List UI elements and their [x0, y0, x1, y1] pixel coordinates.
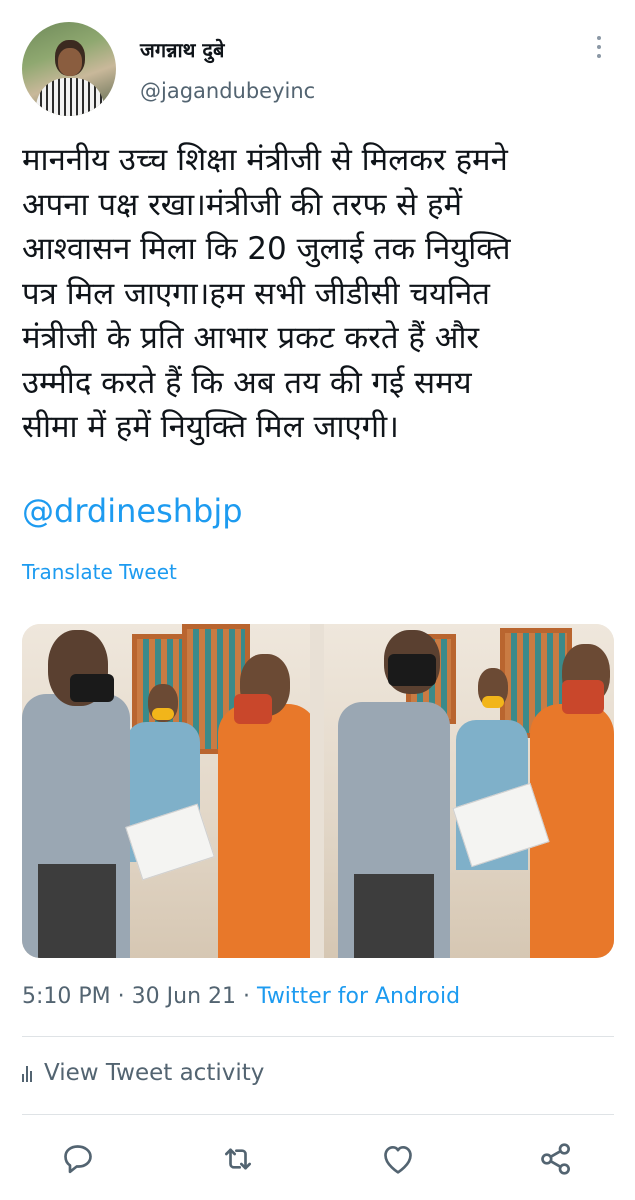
avatar-shirt: [36, 78, 104, 116]
author-handle[interactable]: @jagandubeyinc: [140, 79, 315, 103]
media-grid: [22, 624, 614, 958]
meta-separator: ·: [117, 984, 125, 1009]
photo-2[interactable]: [324, 624, 614, 958]
tweet-text: माननीय उच्च शिक्षा मंत्रीजी से मिलकर हमन…: [22, 142, 511, 445]
activity-label: View Tweet activity: [44, 1060, 265, 1086]
share-icon[interactable]: [536, 1139, 576, 1179]
reply-icon[interactable]: [58, 1139, 98, 1179]
avatar[interactable]: [22, 22, 116, 116]
retweet-icon[interactable]: [218, 1139, 258, 1179]
tweet-source-link[interactable]: Twitter for Android: [257, 984, 460, 1009]
heart-icon[interactable]: [378, 1139, 418, 1179]
bar-chart-icon: [22, 1064, 32, 1082]
tweet-meta: 5:10 PM · 30 Jun 21 · Twitter for Androi…: [22, 984, 460, 1009]
view-tweet-activity[interactable]: View Tweet activity: [22, 1060, 264, 1086]
meta-separator: ·: [243, 984, 251, 1009]
translate-tweet-link[interactable]: Translate Tweet: [22, 560, 177, 584]
photo-1[interactable]: [22, 624, 310, 958]
divider: [22, 1114, 614, 1115]
author-name[interactable]: जगन्नाथ दुबे: [140, 36, 224, 63]
tweet-header: जगन्नाथ दुबे @jagandubeyinc: [0, 0, 635, 125]
divider: [22, 1036, 614, 1037]
more-options-icon[interactable]: [594, 36, 604, 64]
avatar-face: [58, 48, 82, 76]
tweet-date: 30 Jun 21: [131, 984, 237, 1009]
tweet-time: 5:10 PM: [22, 984, 111, 1009]
action-bar: [0, 1135, 635, 1185]
mention-link[interactable]: @drdineshbjp: [22, 492, 243, 530]
